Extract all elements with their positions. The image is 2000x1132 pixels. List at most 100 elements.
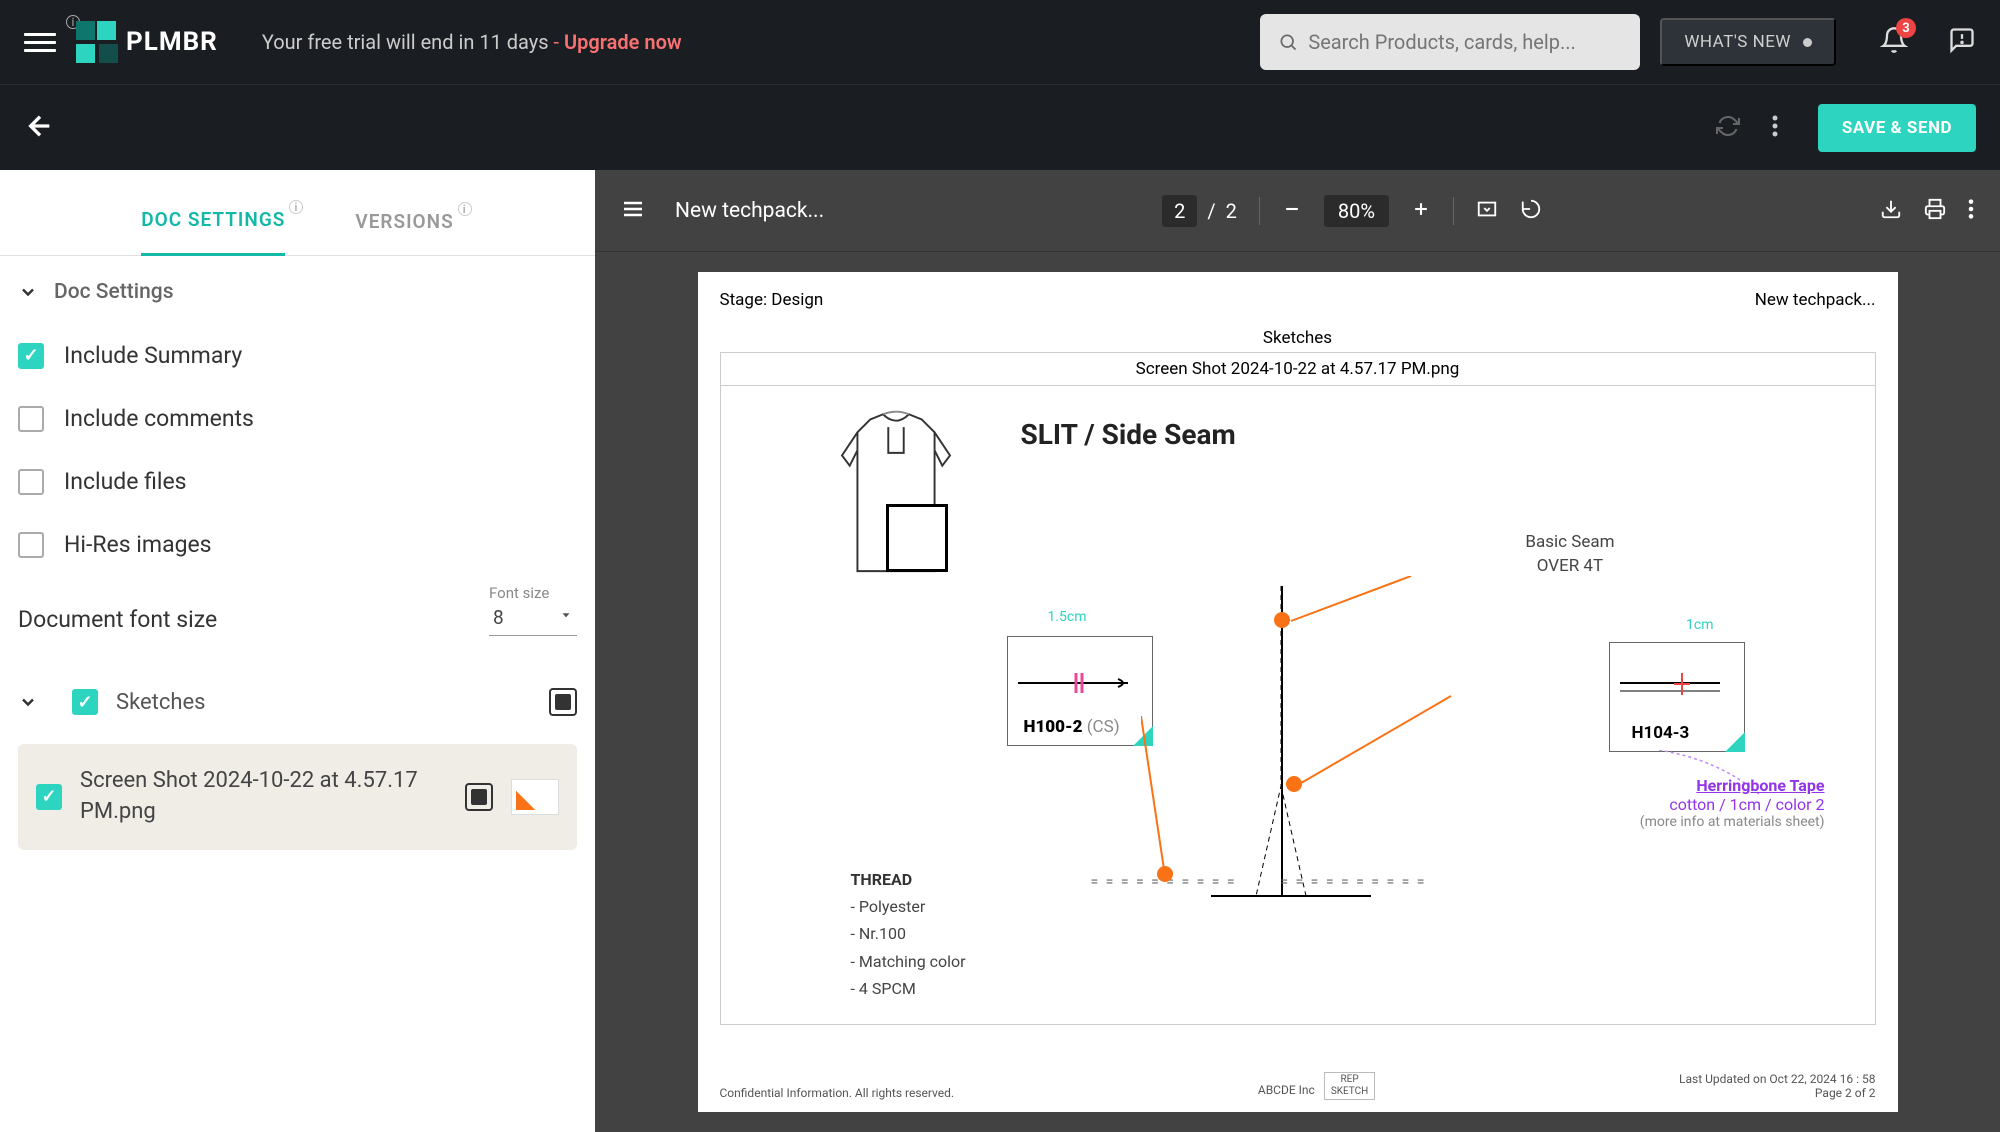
tab-versions[interactable]: VERSIONS i	[355, 210, 453, 255]
whats-new-label: WHAT'S NEW	[1684, 32, 1791, 52]
option-hires-images[interactable]: Hi-Res images	[0, 513, 595, 576]
thread-specs: THREAD - Polyester - Nr.100 - Matching c…	[851, 866, 966, 1002]
expand-toggle[interactable]	[549, 688, 577, 716]
zoom-out-button[interactable]	[1282, 199, 1302, 223]
brand-name: PLMBR	[126, 27, 218, 57]
sync-button[interactable]	[1716, 114, 1740, 142]
checkbox[interactable]	[18, 406, 44, 432]
viewer-more-button[interactable]	[1968, 198, 1974, 224]
more-actions-button[interactable]	[1772, 114, 1778, 142]
download-button[interactable]	[1880, 198, 1902, 224]
sync-icon	[1716, 114, 1740, 138]
search-input[interactable]	[1308, 30, 1622, 54]
option-label: Include comments	[64, 405, 254, 432]
document-viewer: New techpack... 2 / 2 80%	[595, 170, 2000, 1132]
page-current-input[interactable]: 2	[1162, 195, 1197, 227]
main-area: DOC SETTINGS i VERSIONS i Doc Settings I…	[0, 170, 2000, 1132]
h104-detail-box: 1cm H104-3	[1609, 642, 1745, 752]
upgrade-link[interactable]: Upgrade now	[564, 30, 682, 54]
logo-mark-icon	[76, 21, 118, 63]
fit-page-button[interactable]	[1476, 198, 1498, 224]
checkbox[interactable]	[36, 784, 62, 810]
option-label: Hi-Res images	[64, 531, 212, 558]
search-box[interactable]	[1260, 14, 1640, 70]
expand-toggle[interactable]	[465, 783, 493, 811]
dots-vertical-icon	[1772, 114, 1778, 138]
option-include-summary[interactable]: Include Summary	[0, 324, 595, 387]
save-send-button[interactable]: SAVE & SEND	[1818, 104, 1976, 152]
checkbox[interactable]	[72, 689, 98, 715]
sketches-heading: Sketches	[720, 324, 1876, 352]
option-label: Include Summary	[64, 342, 242, 369]
sketch-caption: Screen Shot 2024-10-22 at 4.57.17 PM.png	[720, 352, 1876, 385]
notifications-button[interactable]: 3	[1880, 26, 1908, 58]
arrow-left-icon	[24, 110, 56, 142]
sidebar: DOC SETTINGS i VERSIONS i Doc Settings I…	[0, 170, 595, 1132]
download-icon	[1880, 198, 1902, 220]
rotate-icon	[1520, 198, 1542, 220]
dimension-label: 1cm	[1686, 617, 1713, 633]
page-footer: Confidential Information. All rights res…	[720, 1072, 1876, 1100]
sidebar-tabs: DOC SETTINGS i VERSIONS i	[0, 170, 595, 256]
detail-title: SLIT / Side Seam	[1021, 418, 1236, 451]
footer-updated: Last Updated on Oct 22, 2024 16 : 58 Pag…	[1679, 1072, 1875, 1100]
viewer-sidebar-toggle[interactable]	[621, 197, 645, 225]
file-thumbnail	[511, 779, 559, 815]
section-title: Doc Settings	[54, 280, 174, 304]
feedback-button[interactable]	[1948, 26, 1976, 58]
dots-vertical-icon	[1968, 198, 1974, 220]
h104-label: H104-3	[1632, 723, 1690, 743]
select-floating-label: Font size	[489, 584, 549, 602]
checkbox[interactable]	[18, 469, 44, 495]
back-button[interactable]	[24, 110, 56, 146]
whats-new-button[interactable]: WHAT'S NEW	[1660, 18, 1836, 66]
whats-new-dot-icon	[1803, 38, 1812, 47]
print-button[interactable]	[1924, 198, 1946, 224]
document-page: Stage: Design New techpack... Sketches S…	[698, 272, 1898, 1112]
checkbox[interactable]	[18, 343, 44, 369]
viewer-toolbar: New techpack... 2 / 2 80%	[595, 170, 2000, 252]
dimension-label: 1.5cm	[1048, 609, 1087, 625]
zoom-in-button[interactable]	[1411, 199, 1431, 223]
zoom-level[interactable]: 80%	[1324, 195, 1389, 227]
file-name: Screen Shot 2024-10-22 at 4.57.17 PM.png	[80, 766, 447, 828]
option-include-files[interactable]: Include files	[0, 450, 595, 513]
viewer-canvas[interactable]: Stage: Design New techpack... Sketches S…	[595, 252, 2000, 1132]
trial-message: Your free trial will end in 11 days - Up…	[262, 30, 682, 54]
menu-icon	[621, 197, 645, 221]
font-size-select[interactable]: Font size 8	[489, 602, 577, 636]
footer-chip: REPSKETCH	[1324, 1072, 1375, 1100]
footer-confidential: Confidential Information. All rights res…	[720, 1086, 955, 1100]
sketches-label: Sketches	[116, 690, 531, 715]
option-label: Include files	[64, 468, 187, 495]
tab-doc-settings[interactable]: DOC SETTINGS i	[141, 208, 285, 256]
tab-label: DOC SETTINGS	[141, 208, 285, 231]
doc-settings-section-header[interactable]: Doc Settings	[0, 256, 595, 324]
menu-hamburger-icon[interactable]	[24, 26, 56, 58]
page-sep: /	[1207, 199, 1215, 223]
font-size-dropdown[interactable]: 8	[489, 602, 577, 636]
h100-label: H100-2 (CS)	[1024, 717, 1120, 737]
footer-company: ABCDE Inc REPSKETCH	[1258, 1072, 1375, 1100]
viewer-doc-title: New techpack...	[675, 199, 824, 223]
page-indicator: 2 / 2	[1162, 195, 1237, 227]
sketch-file-item[interactable]: Screen Shot 2024-10-22 at 4.57.17 PM.png	[18, 744, 577, 850]
page-header: Stage: Design New techpack...	[720, 290, 1876, 324]
sketches-section-header[interactable]: Sketches	[0, 662, 595, 734]
seam-label: Basic Seam OVER 4T	[1525, 531, 1614, 579]
font-size-label: Document font size	[18, 606, 217, 633]
topbar: i PLMBR Your free trial will end in 11 d…	[0, 0, 2000, 84]
trial-dash: -	[554, 30, 565, 54]
info-icon: i	[289, 200, 303, 214]
brand-logo[interactable]: i PLMBR	[76, 21, 218, 63]
page-stage: Stage: Design	[720, 290, 824, 310]
option-include-comments[interactable]: Include comments	[0, 387, 595, 450]
page-total: 2	[1226, 199, 1237, 223]
print-icon	[1924, 198, 1946, 220]
checkbox[interactable]	[18, 532, 44, 558]
info-icon: i	[458, 202, 472, 216]
chevron-down-icon	[18, 282, 38, 302]
rotate-button[interactable]	[1520, 198, 1542, 224]
tab-label: VERSIONS	[355, 210, 453, 233]
corner-triangle-icon	[1725, 732, 1745, 752]
